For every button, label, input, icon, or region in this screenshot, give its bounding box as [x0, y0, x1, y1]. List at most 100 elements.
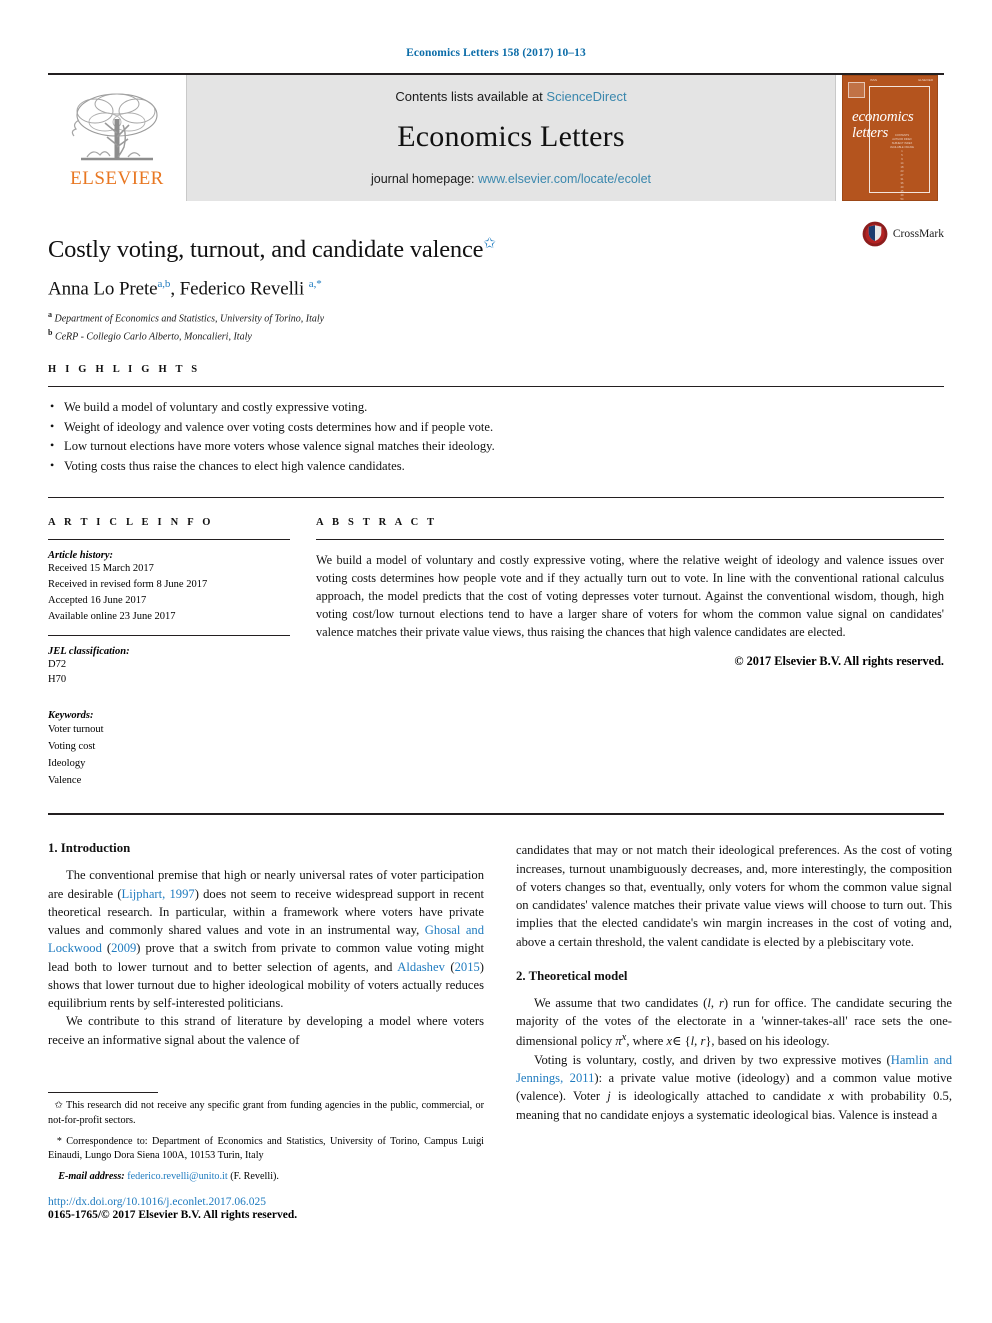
p4-part-b: ,: [710, 995, 719, 1010]
keyword-2: Voting cost: [48, 741, 96, 753]
journal-homepage-link[interactable]: www.elsevier.com/locate/ecolet: [478, 172, 651, 186]
doi-link[interactable]: http://dx.doi.org/10.1016/j.econlet.2017…: [48, 1196, 548, 1208]
author-2-affil[interactable]: a,*: [309, 278, 322, 290]
affil-marker-a: a: [48, 310, 52, 320]
publisher-logo: ELSEVIER: [48, 75, 186, 201]
homepage-prefix: journal homepage:: [370, 171, 479, 186]
elsevier-wordmark: ELSEVIER: [70, 167, 164, 189]
footnote-funding-text: This research did not receive any specif…: [48, 1100, 484, 1126]
abstract-text: We build a model of voluntary and costly…: [316, 552, 944, 640]
issn-copyright: 0165-1765/© 2017 Elsevier B.V. All right…: [48, 1209, 298, 1221]
journal-band: Contents lists available at ScienceDirec…: [186, 75, 836, 201]
keyword-4: Valence: [48, 775, 82, 787]
highlights-label: H I G H L I G H T S: [48, 364, 201, 376]
history-online: Available online 23 June 2017: [48, 610, 176, 622]
cover-publisher: ELSEVIER: [918, 78, 933, 82]
paragraph-model-1: We assume that two candidates (l, r) run…: [516, 994, 952, 1051]
article-info-label: A R T I C L E I N F O: [48, 516, 214, 528]
list-item: Voting costs thus raise the chances to e…: [48, 456, 944, 477]
email-link[interactable]: federico.revelli@unito.it: [127, 1171, 227, 1182]
homepage-line: journal homepage: www.elsevier.com/locat…: [371, 172, 651, 186]
body-column-left: 1. Introduction The conventional premise…: [48, 841, 484, 1123]
cover-toc-text: CONTENTS AUTHOR INDEX SUBJECT INDEX AVAI…: [890, 134, 914, 210]
email-label: E-mail address:: [58, 1171, 125, 1183]
crossmark-badge[interactable]: CrossMark: [862, 221, 944, 247]
p1-part-c: (: [101, 941, 112, 956]
author-2: , Federico Revelli: [170, 278, 309, 300]
citation-aldashev-year[interactable]: 2015: [455, 960, 480, 974]
section-heading-introduction: 1. Introduction: [48, 841, 131, 856]
p5-part-a: Voting is voluntary, costly, and driven …: [534, 1052, 891, 1067]
cover-top-text: ISSN ELSEVIER: [870, 78, 933, 82]
journal-cover-thumbnail[interactable]: ISSN ELSEVIER economics letters CONTENTS…: [842, 75, 938, 209]
history-accepted: Accepted 16 June 2017: [48, 594, 147, 606]
p4-part-a: We assume that two candidates (: [534, 995, 708, 1010]
history-revised: Received in revised form 8 June 2017: [48, 578, 208, 590]
highlights-divider: [48, 386, 944, 388]
footnote-correspondence: * Correspondence to: Department of Econo…: [48, 1135, 484, 1165]
history-received: Received 15 March 2017: [48, 562, 154, 574]
author-list: Anna Lo Pretea,b, Federico Revelli a,*: [48, 278, 944, 300]
footnote-email: E-mail address: federico.revelli@unito.i…: [48, 1170, 484, 1185]
abstract-copyright: © 2017 Elsevier B.V. All rights reserved…: [734, 653, 944, 668]
footnote-funding: ✩ This research did not receive any spec…: [48, 1099, 484, 1129]
journal-cover-cell: ISSN ELSEVIER economics letters CONTENTS…: [836, 75, 944, 209]
author-1-affil[interactable]: a,b: [158, 278, 171, 290]
paragraph-intro-3: candidates that may or not match their i…: [516, 843, 952, 949]
paragraph-model-2: Voting is voluntary, costly, and driven …: [516, 1051, 952, 1124]
jel-code-2: H70: [48, 674, 67, 686]
footnote-correspondence-text: Correspondence to: Department of Economi…: [48, 1135, 485, 1162]
cover-title-line1: economics: [852, 109, 914, 125]
affil-text-a: Department of Economics and Statistics, …: [54, 313, 325, 325]
elsevier-tree-icon: [71, 92, 158, 160]
contents-prefix: Contents lists available at: [395, 88, 547, 104]
cover-emblem-icon: [848, 82, 865, 98]
abstract-label: A B S T R A C T: [316, 516, 438, 528]
p4-part-e: ∈ {: [672, 1034, 691, 1049]
affiliation-a: a Department of Economics and Statistics…: [48, 309, 944, 326]
journal-masthead: ELSEVIER Contents lists available at Sci…: [48, 73, 944, 209]
abstract-divider: [316, 538, 944, 540]
article-info-column: A R T I C L E I N F O Article history: R…: [48, 517, 290, 790]
sciencedirect-link[interactable]: ScienceDirect: [546, 89, 626, 104]
p4-part-d: , where: [626, 1034, 667, 1049]
crossmark-label: CrossMark: [892, 228, 944, 240]
journal-title: Economics Letters: [397, 119, 625, 153]
jel-divider: [48, 634, 290, 636]
section-heading-theoretical-model: 2. Theoretical model: [516, 968, 628, 983]
crossmark-icon: [862, 221, 888, 247]
footer-block: http://dx.doi.org/10.1016/j.econlet.2017…: [48, 1196, 548, 1221]
paragraph-intro-1: The conventional premise that high or ne…: [48, 866, 484, 1012]
jel-code-1: D72: [48, 658, 67, 670]
affiliations: a Department of Economics and Statistics…: [48, 309, 944, 344]
footnote-marker-star: ✩: [54, 1100, 63, 1111]
paragraph-intro-2: We contribute to this strand of literatu…: [48, 1014, 484, 1047]
keywords-heading: Keywords:: [48, 710, 94, 722]
citation-aldashev[interactable]: Aldashev: [397, 960, 445, 974]
list-item: Weight of ideology and valence over voti…: [48, 417, 944, 438]
running-head: Economics Letters 158 (2017) 10–13: [406, 47, 586, 59]
title-text: Costly voting, turnout, and candidate va…: [48, 236, 484, 264]
paper-page: Economics Letters 158 (2017) 10–13 ELSEV…: [0, 0, 992, 1323]
citation-lijphart[interactable]: Lijphart, 1997: [122, 887, 195, 901]
p1-part-e: (: [444, 959, 455, 974]
list-item: Low turnout elections have more voters w…: [48, 436, 944, 457]
citation-ghosal-lockwood-year[interactable]: 2009: [111, 941, 136, 955]
highlights-list: We build a model of voluntary and costly…: [48, 397, 944, 477]
footnote-marker-asterisk: *: [56, 1135, 62, 1147]
abstract-column: A B S T R A C T We build a model of volu…: [316, 517, 944, 790]
info-abstract-section: A R T I C L E I N F O Article history: R…: [48, 498, 944, 790]
p4-part-g: }, based on his ideology.: [705, 1034, 830, 1049]
footnotes-block: ✩ This research did not receive any spec…: [48, 1092, 484, 1185]
list-item: We build a model of voluntary and costly…: [48, 397, 944, 418]
page-title: Costly voting, turnout, and candidate va…: [48, 234, 944, 264]
affil-marker-b: b: [48, 327, 53, 337]
highlights-section: H I G H L I G H T S We build a model of …: [48, 344, 944, 477]
title-footnote-marker: ✩: [483, 236, 496, 252]
article-info-divider: [48, 538, 290, 540]
footnote-divider: [48, 1092, 158, 1093]
jel-heading: JEL classification:: [48, 645, 130, 657]
title-block: Costly voting, turnout, and candidate va…: [48, 201, 944, 344]
keyword-1: Voter turnout: [48, 724, 104, 736]
